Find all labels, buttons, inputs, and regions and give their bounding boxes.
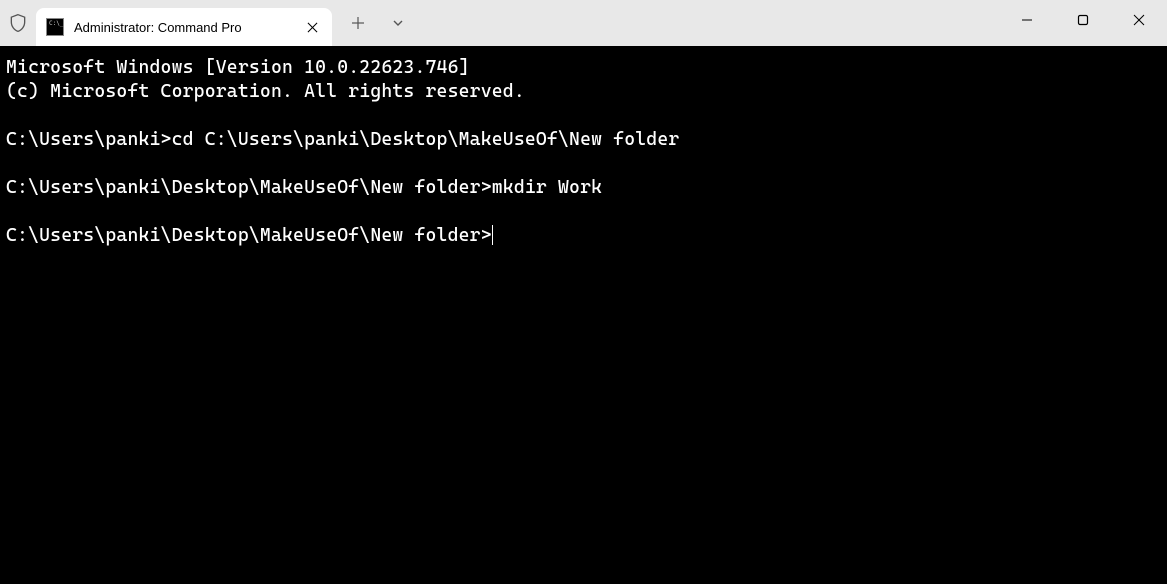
terminal-line: C:\Users\panki>cd C:\Users\panki\Desktop… xyxy=(6,128,1161,152)
terminal-line: (c) Microsoft Corporation. All rights re… xyxy=(6,80,1161,104)
terminal-line: C:\Users\panki\Desktop\MakeUseOf\New fol… xyxy=(6,224,1161,248)
shield-icon xyxy=(0,0,36,46)
minimize-button[interactable] xyxy=(999,0,1055,40)
terminal-line xyxy=(6,104,1161,128)
close-window-button[interactable] xyxy=(1111,0,1167,40)
terminal-output[interactable]: Microsoft Windows [Version 10.0.22623.74… xyxy=(0,46,1167,584)
maximize-button[interactable] xyxy=(1055,0,1111,40)
titlebar: C:\_ Administrator: Command Pro xyxy=(0,0,1167,46)
window-controls xyxy=(999,0,1167,40)
terminal-line: Microsoft Windows [Version 10.0.22623.74… xyxy=(6,56,1161,80)
terminal-line xyxy=(6,152,1161,176)
tab-dropdown-button[interactable] xyxy=(378,7,418,39)
tab-actions xyxy=(338,0,418,46)
cursor xyxy=(492,225,494,245)
terminal-line: C:\Users\panki\Desktop\MakeUseOf\New fol… xyxy=(6,176,1161,200)
close-tab-button[interactable] xyxy=(302,17,322,37)
active-tab[interactable]: C:\_ Administrator: Command Pro xyxy=(36,8,332,46)
tab-title: Administrator: Command Pro xyxy=(74,20,294,35)
cmd-icon: C:\_ xyxy=(46,18,64,36)
terminal-line xyxy=(6,200,1161,224)
new-tab-button[interactable] xyxy=(338,7,378,39)
